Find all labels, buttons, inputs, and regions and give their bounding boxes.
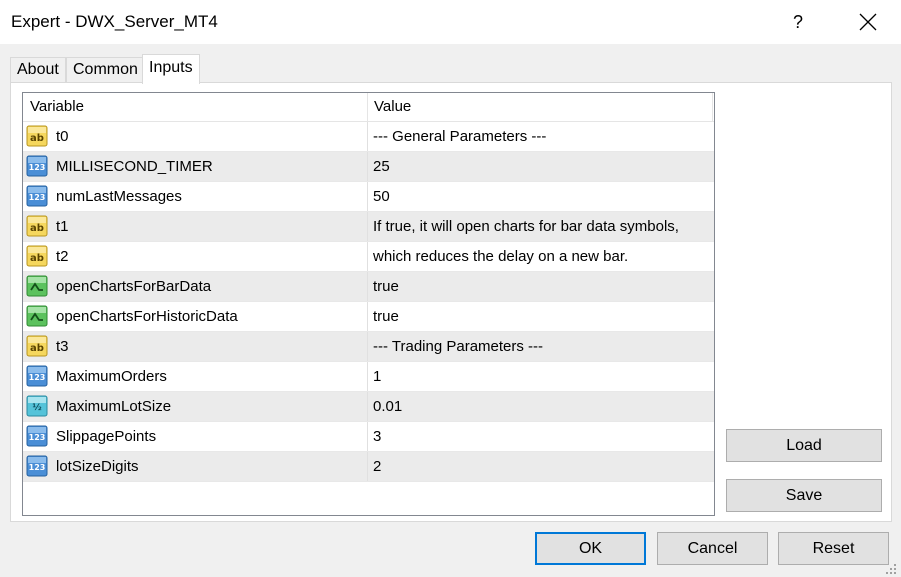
- variable-cell[interactable]: 123 numLastMessages: [23, 182, 368, 211]
- bool-toggle-icon: [26, 275, 48, 297]
- table-row[interactable]: ab t2 which reduces the delay on a new bar…: [23, 242, 714, 272]
- variable-cell[interactable]: 123 MaximumOrders: [23, 362, 368, 391]
- svg-text:123: 123: [29, 193, 46, 202]
- value-cell[interactable]: 2: [368, 452, 714, 481]
- table-row[interactable]: ab t1 If true, it will open charts for bar…: [23, 212, 714, 242]
- grid-rows: ab t0 --- General Parameters --- 123 MILLISE…: [23, 122, 714, 482]
- value-cell[interactable]: true: [368, 272, 714, 301]
- variable-name: t0: [56, 128, 69, 145]
- variable-cell[interactable]: ab t1: [23, 212, 368, 241]
- variable-name: openChartsForBarData: [56, 278, 212, 295]
- variable-cell[interactable]: 123 MILLISECOND_TIMER: [23, 152, 368, 181]
- variable-name: MILLISECOND_TIMER: [56, 158, 213, 175]
- close-icon: [859, 13, 877, 31]
- ab-string-icon: ab: [26, 125, 48, 147]
- fraction-double-icon: ½: [26, 395, 48, 417]
- variable-name: openChartsForHistoricData: [56, 308, 238, 325]
- variable-name: t2: [56, 248, 69, 265]
- variable-cell[interactable]: openChartsForHistoricData: [23, 302, 368, 331]
- table-row[interactable]: 123 SlippagePoints 3: [23, 422, 714, 452]
- variable-cell[interactable]: ab t3: [23, 332, 368, 361]
- variable-cell[interactable]: ½ MaximumLotSize: [23, 392, 368, 421]
- reset-button[interactable]: Reset: [778, 532, 889, 565]
- variable-cell[interactable]: 123 SlippagePoints: [23, 422, 368, 451]
- variable-name: SlippagePoints: [56, 428, 157, 445]
- value-cell[interactable]: --- Trading Parameters ---: [368, 332, 714, 361]
- column-header-variable[interactable]: Variable: [23, 93, 368, 121]
- 123-integer-icon: 123: [26, 155, 48, 177]
- help-button[interactable]: ?: [776, 0, 820, 44]
- value-cell[interactable]: If true, it will open charts for bar dat…: [368, 212, 714, 241]
- window-title: Expert - DWX_Server_MT4: [11, 12, 218, 31]
- title-bar: Expert - DWX_Server_MT4 ?: [0, 0, 901, 44]
- 123-integer-icon: 123: [26, 365, 48, 387]
- inputs-panel: Variable Value ab t0 --- General Parameter…: [10, 82, 892, 522]
- svg-text:½: ½: [32, 402, 41, 413]
- ab-string-icon: ab: [26, 215, 48, 237]
- tab-common[interactable]: Common: [66, 57, 145, 83]
- variable-name: t3: [56, 338, 69, 355]
- load-button[interactable]: Load: [726, 429, 882, 462]
- svg-text:123: 123: [29, 163, 46, 172]
- value-cell[interactable]: 50: [368, 182, 714, 211]
- tab-about[interactable]: About: [10, 57, 66, 83]
- table-row[interactable]: ab t0 --- General Parameters ---: [23, 122, 714, 152]
- variable-name: t1: [56, 218, 69, 235]
- 123-integer-icon: 123: [26, 455, 48, 477]
- svg-text:123: 123: [29, 433, 46, 442]
- close-button[interactable]: [844, 0, 892, 44]
- value-cell[interactable]: 1: [368, 362, 714, 391]
- inputs-grid: Variable Value ab t0 --- General Parameter…: [22, 92, 715, 516]
- variable-name: MaximumLotSize: [56, 398, 172, 415]
- value-cell[interactable]: --- General Parameters ---: [368, 122, 714, 151]
- value-cell[interactable]: which reduces the delay on a new bar.: [368, 242, 714, 271]
- svg-text:ab: ab: [30, 253, 44, 264]
- svg-text:ab: ab: [30, 133, 44, 144]
- grid-header: Variable Value: [23, 93, 714, 121]
- table-row[interactable]: ab t3 --- Trading Parameters ---: [23, 332, 714, 362]
- value-cell[interactable]: 3: [368, 422, 714, 451]
- table-row[interactable]: openChartsForHistoricData true: [23, 302, 714, 332]
- svg-text:ab: ab: [30, 223, 44, 234]
- ab-string-icon: ab: [26, 335, 48, 357]
- svg-text:ab: ab: [30, 343, 44, 354]
- value-cell[interactable]: 25: [368, 152, 714, 181]
- value-cell[interactable]: true: [368, 302, 714, 331]
- table-row[interactable]: 123 MILLISECOND_TIMER 25: [23, 152, 714, 182]
- resize-grip-icon[interactable]: [883, 563, 897, 575]
- cancel-button[interactable]: Cancel: [657, 532, 768, 565]
- variable-cell[interactable]: openChartsForBarData: [23, 272, 368, 301]
- variable-name: MaximumOrders: [56, 368, 167, 385]
- ok-button[interactable]: OK: [535, 532, 646, 565]
- save-button[interactable]: Save: [726, 479, 882, 512]
- table-row[interactable]: ½ MaximumLotSize 0.01: [23, 392, 714, 422]
- value-cell[interactable]: 0.01: [368, 392, 714, 421]
- bool-toggle-icon: [26, 305, 48, 327]
- column-header-value[interactable]: Value: [368, 93, 714, 121]
- svg-text:123: 123: [29, 463, 46, 472]
- table-row[interactable]: openChartsForBarData true: [23, 272, 714, 302]
- ab-string-icon: ab: [26, 245, 48, 267]
- variable-cell[interactable]: ab t2: [23, 242, 368, 271]
- variable-cell[interactable]: 123 lotSizeDigits: [23, 452, 368, 481]
- tab-inputs[interactable]: Inputs: [142, 54, 200, 84]
- table-row[interactable]: 123 lotSizeDigits 2: [23, 452, 714, 482]
- variable-name: numLastMessages: [56, 188, 182, 205]
- table-row[interactable]: 123 numLastMessages 50: [23, 182, 714, 212]
- variable-cell[interactable]: ab t0: [23, 122, 368, 151]
- 123-integer-icon: 123: [26, 425, 48, 447]
- header-divider: [712, 93, 713, 121]
- 123-integer-icon: 123: [26, 185, 48, 207]
- svg-text:123: 123: [29, 373, 46, 382]
- table-row[interactable]: 123 MaximumOrders 1: [23, 362, 714, 392]
- variable-name: lotSizeDigits: [56, 458, 139, 475]
